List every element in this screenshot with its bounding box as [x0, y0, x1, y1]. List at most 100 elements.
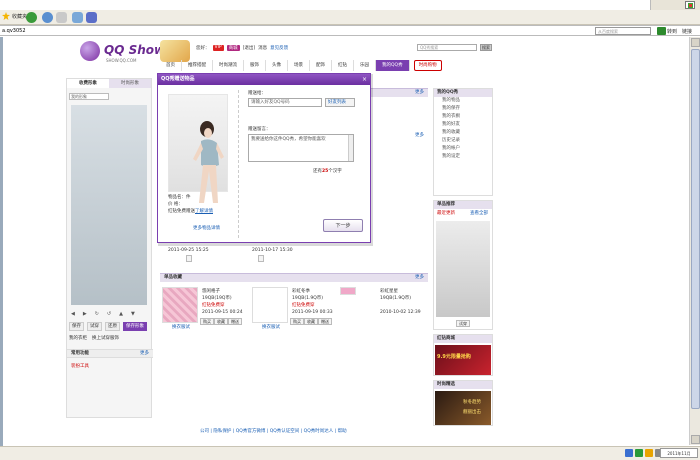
page-footer-links[interactable]: 公司 | 隐私保护 | QQ秀官方微博 | QQ秀认证空间 | QQ秀时尚达人 …: [200, 428, 347, 434]
ad-banner-2[interactable]: 秋冬趋势 靓丽出击: [435, 391, 491, 425]
my-wardrobe-link-right[interactable]: 我的衣橱: [434, 113, 492, 121]
item-2-try[interactable]: 换衣服试: [262, 325, 280, 331]
nav-item-shopping[interactable]: 时尚购物: [413, 60, 442, 71]
refresh-icon[interactable]: ↻: [95, 311, 99, 317]
header-banner-image[interactable]: [160, 40, 190, 62]
nav-item-park[interactable]: 乐园: [354, 60, 376, 71]
qqshow-search-button[interactable]: 搜索: [480, 44, 492, 51]
vip-badge[interactable]: VIP: [212, 45, 224, 51]
rotate-left-icon[interactable]: ◀: [71, 311, 75, 317]
try-outfit-link[interactable]: 换上试穿服饰: [92, 335, 119, 341]
add-favorite-icon[interactable]: [26, 12, 37, 23]
my-wardrobe-link[interactable]: 我的衣柜: [69, 335, 87, 341]
security-icon[interactable]: [635, 449, 643, 457]
ad-banner-1[interactable]: 9.9元限量抢购: [435, 345, 491, 375]
page-scrollbar[interactable]: [689, 37, 700, 445]
my-friends-link[interactable]: 我的好友: [434, 121, 492, 129]
qqshow-search-input[interactable]: QQ秀搜索: [417, 44, 477, 51]
nav-item-avatar[interactable]: 头像: [266, 60, 288, 71]
center-section-1-more[interactable]: 更多: [415, 89, 424, 97]
next-button[interactable]: 下一步: [323, 219, 363, 232]
dress-tool-link[interactable]: 装扮工具: [71, 363, 89, 369]
ie-icon[interactable]: [42, 12, 53, 23]
item-thumb-3[interactable]: [340, 287, 356, 295]
network-icon[interactable]: [625, 449, 633, 457]
item-1-try[interactable]: 换衣服试: [172, 325, 190, 331]
try-button[interactable]: 试穿: [87, 322, 102, 331]
item-1-buy[interactable]: 购买: [200, 318, 214, 325]
address-text[interactable]: a.qv3052: [2, 28, 26, 34]
go-arrow-icon[interactable]: [657, 27, 666, 35]
go-button[interactable]: 转到: [667, 28, 677, 35]
item-2-fav[interactable]: 收藏: [304, 318, 318, 325]
product-details-link[interactable]: 了解详情: [195, 209, 213, 214]
restore-button[interactable]: 还原: [105, 322, 120, 331]
qq-icon[interactable]: [645, 449, 653, 457]
more-details-link[interactable]: 更多物品详情: [193, 225, 220, 231]
message-link[interactable]: 消息: [258, 45, 267, 51]
item-1-gift[interactable]: 赠送: [228, 318, 242, 325]
mall-badge[interactable]: 商城: [226, 45, 240, 51]
item-name-1[interactable]: 悠闲格子: [202, 289, 220, 295]
favorites-button[interactable]: 收藏夹: [2, 12, 27, 20]
item-name-3[interactable]: 彩虹星星: [380, 289, 398, 295]
my-favorites-link[interactable]: 我的收藏: [434, 129, 492, 137]
item-1-fav[interactable]: 收藏: [214, 318, 228, 325]
save-button[interactable]: 保存: [69, 322, 84, 331]
common-functions-more[interactable]: 更多: [140, 350, 149, 358]
item-name-2[interactable]: 彩虹冬季: [292, 289, 310, 295]
nav-item-my-qqshow[interactable]: 我的QQ秀: [376, 60, 410, 71]
rotate-right-icon[interactable]: ▶: [83, 311, 87, 317]
close-icon[interactable]: ×: [362, 75, 367, 84]
my-account-link[interactable]: 我的帐户: [434, 145, 492, 153]
recommend-try-button[interactable]: 试穿: [456, 320, 470, 327]
history-link[interactable]: 历史记录: [434, 137, 492, 145]
browser-search-input[interactable]: 从百度搜索: [595, 27, 651, 35]
message-textarea[interactable]: 我要送给你这件QQ秀，希望你能喜欢: [248, 134, 354, 162]
tab-paid-image[interactable]: 收费形象: [67, 79, 109, 88]
nav-item-scene[interactable]: 场景: [288, 60, 310, 71]
view-all-link[interactable]: 查看全部: [470, 211, 488, 217]
dialog-titlebar[interactable]: QQ秀赠送物品 ×: [158, 74, 370, 85]
my-settings-link[interactable]: 我的设定: [434, 153, 492, 161]
address-bar[interactable]: a.qv3052 从百度搜索 转到 链接: [0, 25, 700, 36]
nav-item-accessory[interactable]: 配饰: [310, 60, 332, 71]
tab-fashion-image[interactable]: 时尚形象: [109, 79, 151, 88]
nav-item-clothing[interactable]: 服饰: [244, 60, 266, 71]
undo-icon[interactable]: ↺: [107, 311, 111, 317]
dropdown-arrow-icon[interactable]: [56, 12, 67, 23]
saved-action-2[interactable]: [258, 255, 264, 262]
nav-item-red-diamond[interactable]: 红钻: [332, 60, 354, 71]
brand-name[interactable]: QQ Show: [104, 43, 165, 57]
qqshow-logo-icon[interactable]: [80, 41, 100, 61]
item-2-gift[interactable]: 赠送: [318, 318, 332, 325]
saved-action-1[interactable]: [186, 255, 192, 262]
scroll-down-icon[interactable]: [691, 435, 700, 444]
move-down-icon[interactable]: ▼: [131, 311, 135, 317]
item-thumb-1[interactable]: [162, 287, 198, 323]
recipient-input[interactable]: 请输入好友QQ号码: [248, 98, 322, 107]
favorites-section-more[interactable]: 更多: [415, 274, 424, 282]
friend-list-dropdown[interactable]: 好友列表: [325, 98, 355, 107]
feedback-link[interactable]: 意见反馈: [270, 45, 288, 51]
image-name-field[interactable]: 我的形象: [69, 93, 109, 100]
nav-item-trend[interactable]: 时尚潮流: [213, 60, 244, 71]
move-up-icon[interactable]: ▲: [119, 311, 123, 317]
center-section-2-more[interactable]: 更多: [415, 132, 424, 140]
clock[interactable]: 2011年11月: [660, 448, 698, 458]
avatar-preview[interactable]: [71, 105, 147, 305]
links-button[interactable]: 链接: [682, 28, 692, 35]
item-thumb-2[interactable]: [252, 287, 288, 323]
logout-link[interactable]: [退出]: [243, 45, 256, 51]
my-items-link[interactable]: 我的物品: [434, 97, 492, 105]
message-scrollbar[interactable]: [348, 135, 353, 161]
save-image-button[interactable]: 保存形象: [123, 322, 147, 331]
item-2-buy[interactable]: 购买: [290, 318, 304, 325]
my-saves-link[interactable]: 我的保存: [434, 105, 492, 113]
nav-item-home[interactable]: 首页: [160, 60, 182, 71]
scroll-up-icon[interactable]: [691, 38, 700, 47]
nav-item-recommend[interactable]: 推荐搭配: [182, 60, 213, 71]
print-icon[interactable]: [72, 12, 83, 23]
scroll-thumb[interactable]: [691, 49, 700, 409]
recommend-model-image[interactable]: [436, 221, 490, 317]
